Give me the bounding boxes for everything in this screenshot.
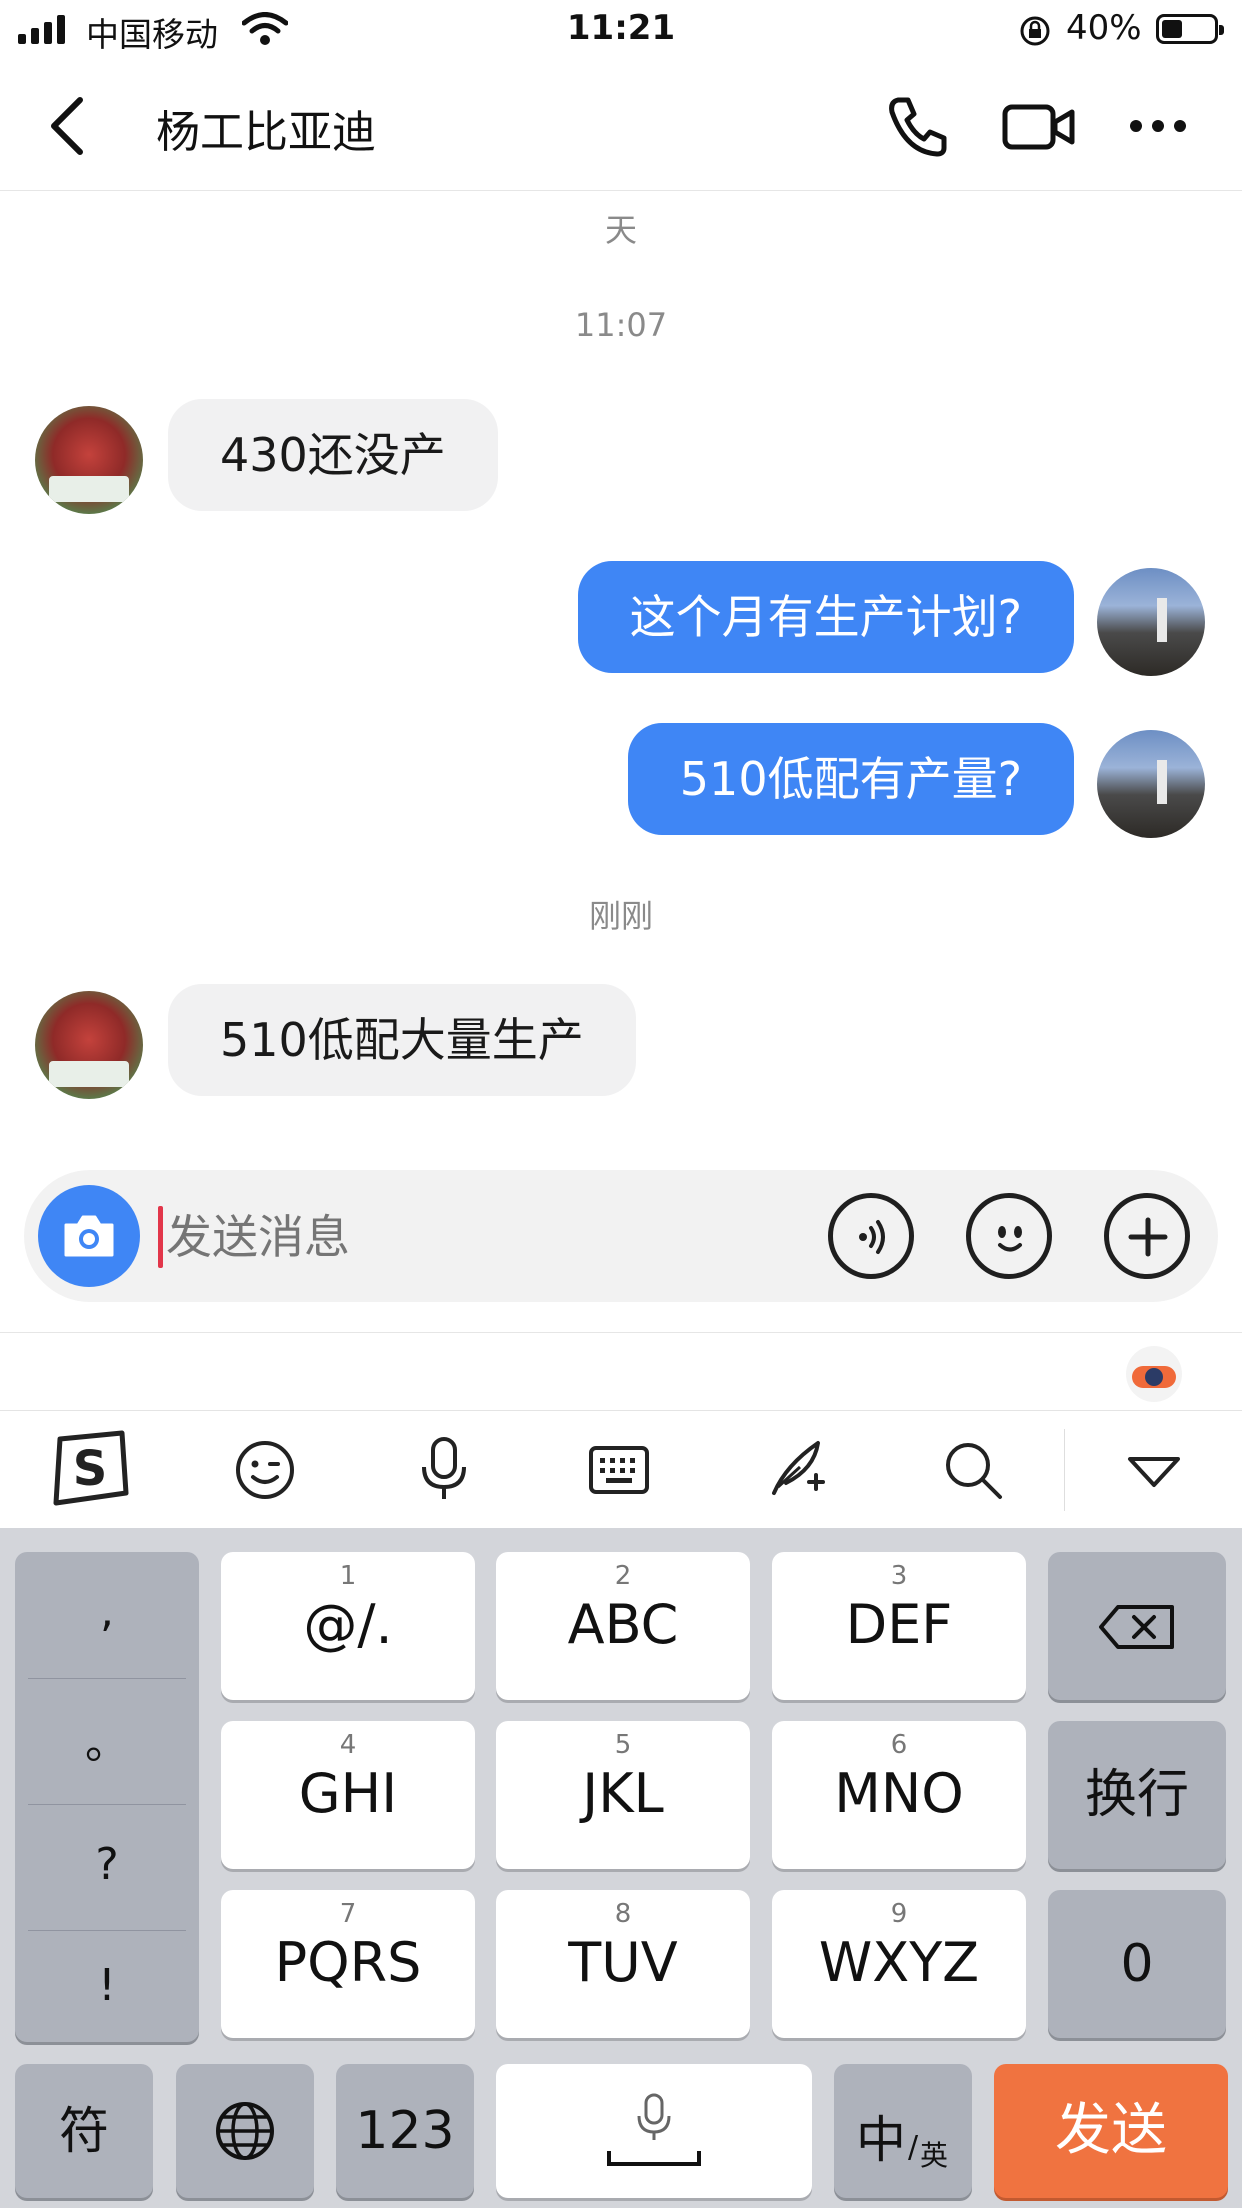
key-label: TUV bbox=[568, 1931, 678, 1994]
key-label: JKL bbox=[582, 1762, 664, 1825]
key-9-wxyz[interactable]: 9 WXYZ bbox=[772, 1890, 1026, 2038]
partial-date-label: 天 bbox=[604, 211, 637, 249]
chat-header: 杨工比亚迪 bbox=[0, 62, 1242, 191]
contact-avatar[interactable] bbox=[35, 991, 143, 1099]
key-number: 1 bbox=[339, 1561, 357, 1591]
battery-percent: 40% bbox=[1066, 8, 1142, 48]
symbol-key[interactable]: 符 bbox=[15, 2064, 153, 2198]
emoji-icon[interactable] bbox=[234, 1439, 296, 1501]
handwriting-icon[interactable] bbox=[764, 1435, 830, 1501]
key-number: 4 bbox=[339, 1730, 357, 1760]
key-label: GHI bbox=[298, 1762, 398, 1825]
backspace-key[interactable] bbox=[1048, 1552, 1226, 1700]
message-bubble-incoming[interactable]: 510低配大量生产 bbox=[168, 984, 636, 1096]
status-time: 11:21 bbox=[566, 8, 676, 48]
more-dots-icon[interactable] bbox=[1128, 116, 1188, 136]
message-bubble-outgoing[interactable]: 510低配有产量? bbox=[627, 723, 1074, 835]
key-number: 5 bbox=[614, 1730, 632, 1760]
chat-title: 杨工比亚迪 bbox=[156, 107, 376, 158]
divider bbox=[28, 1930, 186, 1931]
key-8-tuv[interactable]: 8 TUV bbox=[496, 1890, 750, 2038]
my-avatar[interactable] bbox=[1097, 568, 1205, 676]
number-mode-key[interactable]: 123 bbox=[336, 2064, 474, 2198]
ime-toolbar: S bbox=[0, 1410, 1242, 1529]
microphone-icon[interactable] bbox=[418, 1435, 470, 1503]
key-7-pqrs[interactable]: 7 PQRS bbox=[221, 1890, 475, 2038]
key-label: PQRS bbox=[274, 1931, 422, 1994]
language-toggle-key[interactable]: 中 / 英 bbox=[834, 2064, 972, 2198]
keyboard: , 。 ? ! 1 @/. 2 ABC 3 DEF 4 GHI 5 JKL 6 MNO 换行… bbox=[0, 1528, 1242, 2208]
key-label: WXYZ bbox=[818, 1931, 980, 1994]
text-cursor bbox=[158, 1206, 163, 1268]
key-number: 3 bbox=[890, 1561, 908, 1591]
key-number: 7 bbox=[339, 1899, 357, 1929]
newline-key[interactable]: 换行 bbox=[1048, 1721, 1226, 1869]
punct-key-question[interactable]: ? bbox=[15, 1810, 199, 1920]
key-number: 2 bbox=[614, 1561, 632, 1591]
key-label: MNO bbox=[834, 1762, 964, 1825]
language-divider: / bbox=[908, 2130, 919, 2165]
key-number: 6 bbox=[890, 1730, 908, 1760]
key-number: 9 bbox=[890, 1899, 908, 1929]
key-label: ABC bbox=[567, 1593, 679, 1656]
key-label: @/. bbox=[303, 1593, 393, 1656]
svg-text:S: S bbox=[73, 1441, 108, 1497]
camera-button[interactable] bbox=[38, 1185, 140, 1287]
key-3-def[interactable]: 3 DEF bbox=[772, 1552, 1026, 1700]
key-label: DEF bbox=[845, 1593, 953, 1656]
timestamp: 刚刚 bbox=[588, 897, 653, 935]
space-bar-icon bbox=[607, 2151, 701, 2166]
globe-icon bbox=[216, 2102, 274, 2160]
key-number: 8 bbox=[614, 1899, 632, 1929]
punct-key-period[interactable]: 。 bbox=[15, 1684, 199, 1804]
my-avatar[interactable] bbox=[1097, 730, 1205, 838]
contact-avatar[interactable] bbox=[35, 406, 143, 514]
space-key[interactable] bbox=[496, 2064, 812, 2198]
language-sub-label: 英 bbox=[920, 2139, 949, 2172]
chat-area: 天 11:07 430还没产 这个月有生产计划? 510低配有产量? 刚刚 51… bbox=[0, 191, 1242, 1161]
language-main-label: 中 bbox=[856, 2111, 906, 2169]
punct-key-comma[interactable]: , bbox=[15, 1552, 199, 1672]
voice-icon[interactable] bbox=[828, 1193, 914, 1279]
status-bar: 中国移动 11:21 40% bbox=[0, 0, 1242, 62]
key-6-mno[interactable]: 6 MNO bbox=[772, 1721, 1026, 1869]
globe-key[interactable] bbox=[176, 2064, 314, 2198]
search-icon[interactable] bbox=[942, 1439, 1004, 1501]
timestamp: 11:07 bbox=[574, 306, 668, 344]
divider bbox=[28, 1678, 186, 1679]
key-4-ghi[interactable]: 4 GHI bbox=[221, 1721, 475, 1869]
camera-icon bbox=[64, 1215, 114, 1257]
divider bbox=[1064, 1429, 1065, 1511]
message-input[interactable] bbox=[164, 1200, 808, 1274]
send-button[interactable]: 发送 bbox=[994, 2064, 1228, 2198]
key-0[interactable]: 0 bbox=[1048, 1890, 1226, 2038]
punct-key-exclamation[interactable]: ! bbox=[15, 1936, 199, 2036]
ime-mascot-icon[interactable] bbox=[1126, 1346, 1182, 1402]
key-2-abc[interactable]: 2 ABC bbox=[496, 1552, 750, 1700]
plus-icon[interactable] bbox=[1104, 1193, 1190, 1279]
keyboard-icon[interactable] bbox=[588, 1445, 650, 1495]
emoji-icon[interactable] bbox=[966, 1193, 1052, 1279]
video-camera-icon[interactable] bbox=[1002, 102, 1076, 152]
message-bubble-outgoing[interactable]: 这个月有生产计划? bbox=[577, 561, 1074, 673]
message-bubble-incoming[interactable]: 430还没产 bbox=[168, 399, 498, 511]
backspace-icon bbox=[1099, 1605, 1174, 1649]
sogou-logo-icon[interactable]: S bbox=[48, 1429, 132, 1509]
collapse-triangle-icon[interactable] bbox=[1126, 1455, 1182, 1489]
message-input-bar bbox=[24, 1170, 1218, 1302]
back-icon[interactable] bbox=[44, 96, 94, 156]
divider bbox=[0, 1332, 1242, 1333]
divider bbox=[28, 1804, 186, 1805]
microphone-icon bbox=[637, 2093, 671, 2140]
orientation-lock-icon bbox=[1020, 16, 1050, 46]
key-1-symbols[interactable]: 1 @/. bbox=[221, 1552, 475, 1700]
key-5-jkl[interactable]: 5 JKL bbox=[496, 1721, 750, 1869]
battery-icon bbox=[1156, 14, 1224, 44]
phone-icon[interactable] bbox=[884, 94, 950, 160]
